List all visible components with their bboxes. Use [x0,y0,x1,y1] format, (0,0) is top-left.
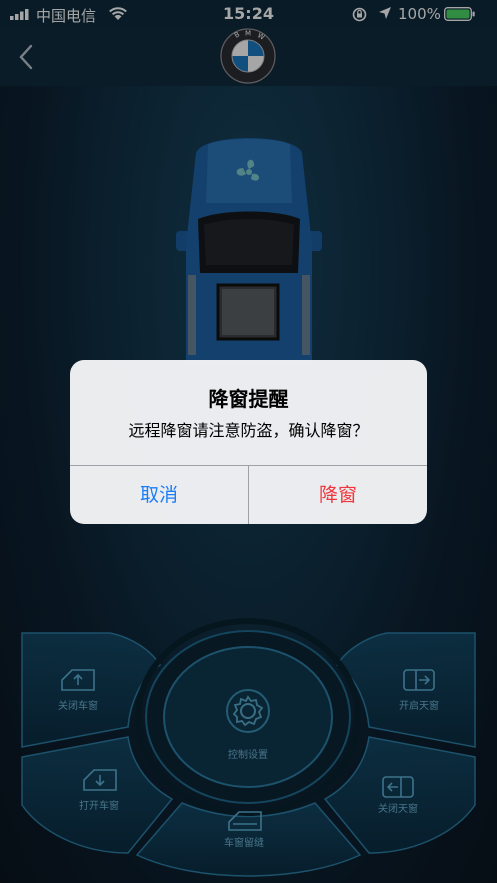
dialog-title: 降窗提醒 [208,387,289,411]
cancel-button[interactable]: 取消 [70,466,248,524]
lower-window-button[interactable]: 降窗 [249,466,427,524]
alert-dialog: 降窗提醒 远程降窗请注意防盗，确认降窗？ 取消 降窗 [70,360,427,524]
dialog-message: 远程降窗请注意防盗，确认降窗？ [128,421,369,440]
